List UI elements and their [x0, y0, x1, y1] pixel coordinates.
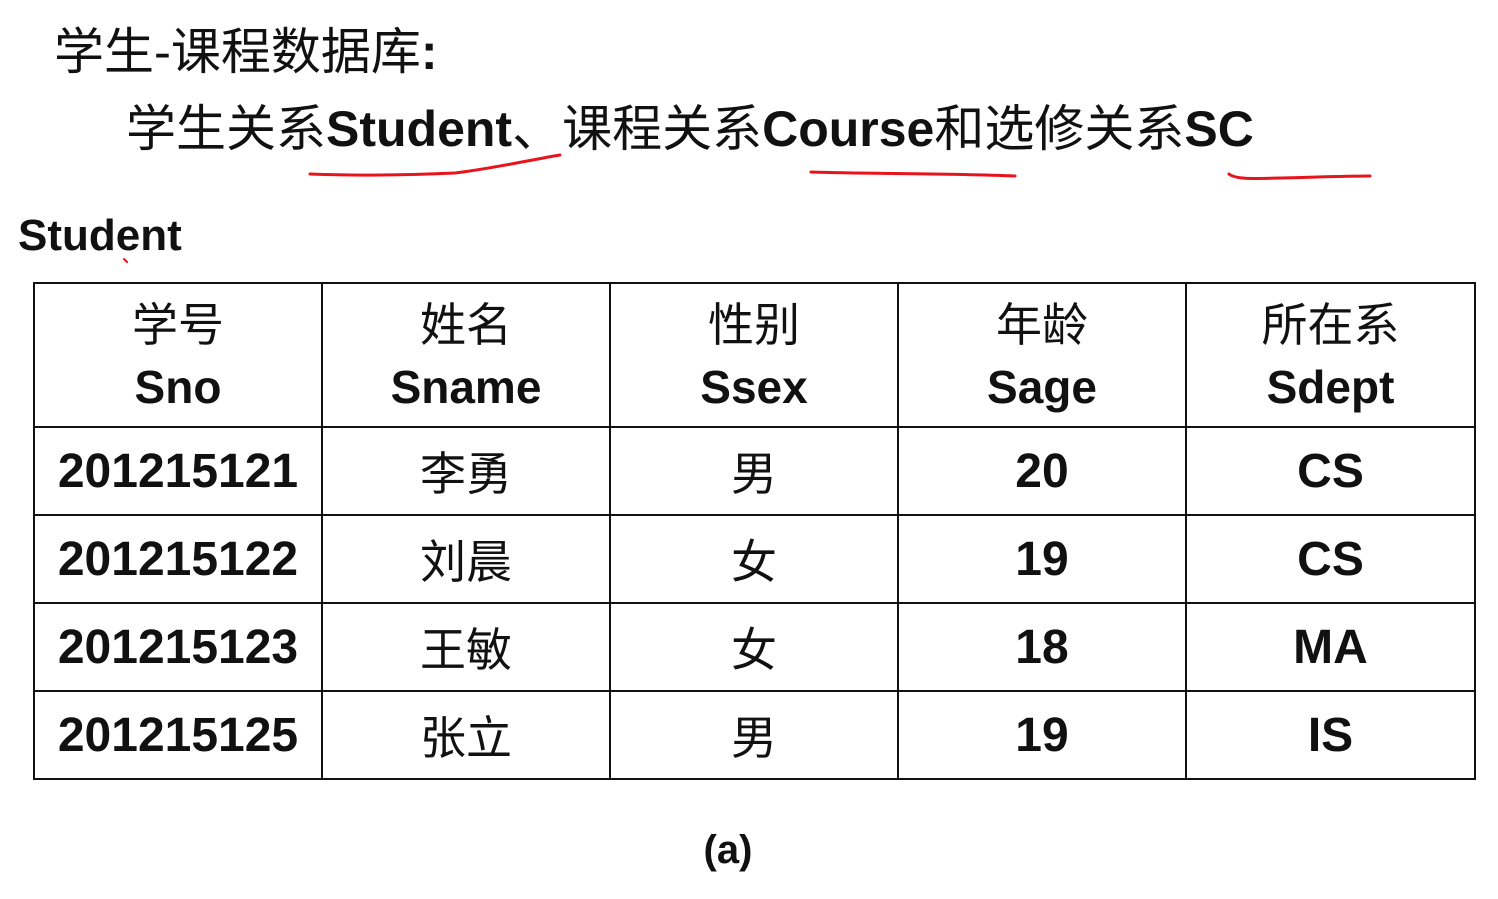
student-table: 学号 Sno 姓名 Sname 性别 Ssex 年龄 Sage 所在系 Sdep… [33, 282, 1476, 780]
cell-ssex: 女 [609, 514, 899, 604]
cell-sdept: CS [1185, 426, 1476, 516]
column-header-cn: 所在系 [1261, 298, 1400, 352]
cell-sname: 张立 [321, 690, 611, 780]
heading-colon: : [420, 24, 438, 80]
cell-ssex: 男 [609, 690, 899, 780]
cell-sno: 201215125 [33, 690, 323, 780]
table-row: 201215122 刘晨 女 19 CS [33, 514, 1476, 604]
relation-label-course: 课程关系 [562, 100, 763, 158]
cell-ssex: 男 [609, 426, 899, 516]
column-header-en: Sdept [1266, 361, 1395, 413]
relations-line: 学生关系Student、课程关系Course和选修关系SC [126, 98, 1254, 160]
column-header-cn: 姓名 [420, 298, 512, 352]
relation-name-sc: SC [1184, 101, 1254, 157]
column-header-en: Sno [134, 361, 222, 413]
cell-sage: 19 [897, 690, 1187, 780]
cell-sno: 201215123 [33, 602, 323, 692]
table-row: 201215121 李勇 男 20 CS [33, 426, 1476, 516]
cell-sname: 刘晨 [321, 514, 611, 604]
table-row: 201215125 张立 男 19 IS [33, 690, 1476, 780]
page-heading: 学生-课程数据库: [54, 22, 438, 82]
column-header-sage: 年龄 Sage [897, 282, 1187, 428]
column-header-sdept: 所在系 Sdept [1185, 282, 1476, 428]
column-header-cn: 年龄 [996, 298, 1088, 352]
relation-name-course: Course [762, 101, 935, 157]
cell-sno: 201215121 [33, 426, 323, 516]
table-title: Student [18, 211, 182, 260]
column-header-cn: 学号 [132, 298, 224, 352]
underline-sc [1227, 172, 1372, 180]
cell-sdept: MA [1185, 602, 1476, 692]
column-header-en: Sage [987, 361, 1097, 413]
cell-sage: 20 [897, 426, 1187, 516]
relation-label-sc: 和选修关系 [934, 100, 1185, 158]
underline-course [809, 170, 1017, 178]
column-header-ssex: 性别 Ssex [609, 282, 899, 428]
cell-sage: 18 [897, 602, 1187, 692]
relation-label-student: 学生关系 [126, 100, 326, 158]
cell-sdept: IS [1185, 690, 1476, 780]
heading-text: 学生-课程数据库 [54, 23, 421, 81]
figure-caption: (a) [703, 828, 753, 872]
column-header-en: Sname [390, 361, 542, 413]
column-header-sname: 姓名 Sname [321, 282, 611, 428]
header-row: 学号 Sno 姓名 Sname 性别 Ssex 年龄 Sage 所在系 Sdep… [33, 282, 1476, 428]
cell-sname: 李勇 [321, 426, 611, 516]
table-row: 201215123 王敏 女 18 MA [33, 602, 1476, 692]
relation-name-student: Student [326, 101, 513, 157]
column-header-cn: 性别 [708, 298, 800, 352]
column-header-sno: 学号 Sno [33, 282, 323, 428]
cell-ssex: 女 [609, 602, 899, 692]
relation-separator: 、 [512, 100, 563, 158]
cell-sno: 201215122 [33, 514, 323, 604]
cell-sname: 王敏 [321, 602, 611, 692]
column-header-en: Ssex [700, 361, 808, 413]
cell-sage: 19 [897, 514, 1187, 604]
cell-sdept: CS [1185, 514, 1476, 604]
